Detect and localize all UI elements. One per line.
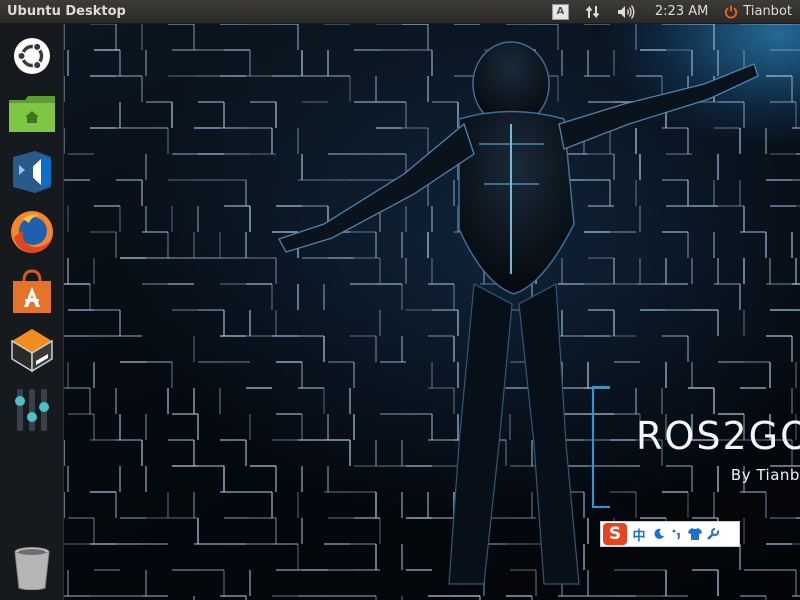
vscode-icon — [13, 151, 51, 193]
ime-language-toggle[interactable]: 中 — [630, 524, 648, 544]
wrench-icon[interactable] — [705, 524, 720, 544]
keyboard-indicator[interactable]: A — [544, 0, 577, 24]
keyboard-layout-icon: A — [551, 3, 569, 20]
launcher-item-workspace-switcher[interactable] — [6, 324, 58, 376]
clock[interactable]: 2:23 AM — [643, 0, 718, 24]
indicator-area: A 2:23 AM Tianbot — [544, 0, 800, 24]
skin-shirt-icon[interactable] — [687, 524, 702, 544]
launcher-item-files[interactable] — [6, 88, 58, 140]
power-icon — [725, 5, 738, 19]
top-panel: Ubuntu Desktop A 2:23 AM Tianbot — [0, 0, 800, 24]
launcher-item-vscode[interactable] — [6, 146, 58, 198]
launcher-item-system-settings[interactable] — [6, 384, 58, 436]
launcher-item-ubuntu-software[interactable] — [6, 266, 58, 318]
window-title: Ubuntu Desktop — [7, 4, 126, 19]
launcher — [0, 24, 64, 600]
software-center-icon — [13, 269, 51, 313]
logo-frame-left — [592, 386, 594, 508]
volume-indicator[interactable] — [609, 0, 643, 24]
volume-icon — [617, 4, 635, 19]
session-menu[interactable]: Tianbot — [718, 0, 800, 24]
logo-frame-bottom-left — [592, 506, 610, 508]
home-folder-icon — [9, 96, 55, 132]
network-icon — [585, 5, 600, 18]
trash-icon — [14, 547, 50, 590]
robot-silhouette — [278, 41, 759, 585]
sogou-logo-icon[interactable]: S — [603, 523, 627, 545]
launcher-item-trash[interactable] — [6, 542, 58, 594]
ubuntu-logo-icon — [14, 38, 50, 74]
moon-icon[interactable] — [651, 524, 666, 544]
launcher-item-dash[interactable] — [6, 30, 58, 82]
punctuation-icon[interactable] — [669, 524, 684, 544]
ros2go-logo: ROS2GO By Tianbot — [592, 386, 800, 508]
firefox-icon — [11, 211, 53, 253]
network-indicator[interactable] — [577, 0, 609, 24]
ime-toolbar[interactable]: S 中 — [600, 521, 740, 547]
logo-subtitle: By Tianbot — [730, 466, 800, 484]
user-name: Tianbot — [743, 4, 792, 19]
settings-sliders-icon — [15, 389, 49, 431]
desktop-background: ROS2GO By Tianbot S 中 — [64, 24, 800, 600]
launcher-item-firefox[interactable] — [6, 206, 58, 258]
logo-frame-top-left — [592, 386, 610, 388]
logo-title: ROS2GO — [636, 414, 800, 458]
workspace-icon — [11, 329, 53, 373]
